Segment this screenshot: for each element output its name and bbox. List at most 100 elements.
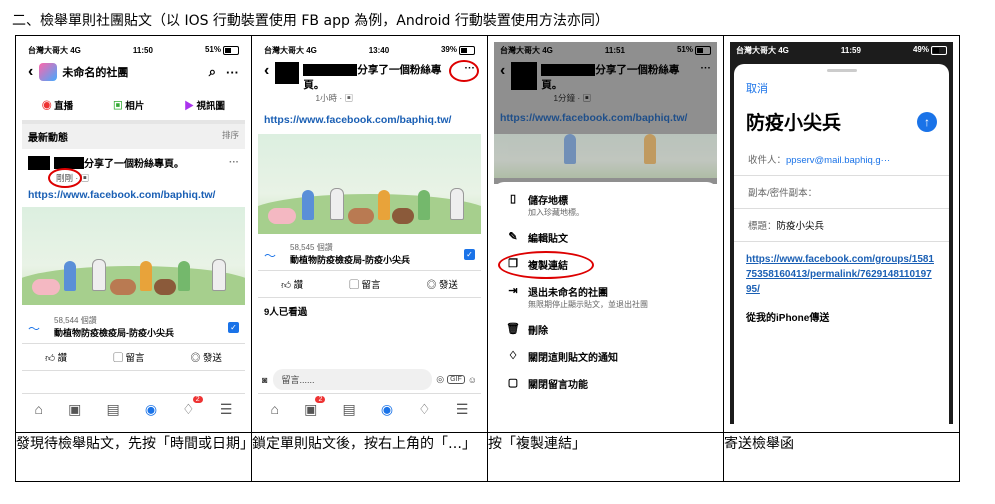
cancel-button[interactable]: 取消 xyxy=(734,76,949,100)
back-chevron-icon[interactable]: ‹ xyxy=(264,62,269,80)
post-link[interactable]: https://www.facebook.com/baphiq.tw/ xyxy=(22,186,245,207)
send-button[interactable]: ◎ 發送 xyxy=(427,277,458,291)
bookmark-icon: ▯ xyxy=(509,193,517,205)
marketplace-icon[interactable]: ▤ xyxy=(342,401,355,418)
caption-3: 按「複製連結」 xyxy=(487,432,724,482)
watch-icon[interactable]: ▣ 2 xyxy=(304,395,326,418)
section-heading: 二、檢舉單則社團貼文（以 IOS 行動裝置使用 FB app 為例，Androi… xyxy=(12,13,609,29)
menu-delete[interactable]: 🗑︎ 刪除 xyxy=(494,316,717,343)
tab-video[interactable]: ▶ 視訊圖 xyxy=(184,98,225,112)
subject-field[interactable]: 標題：防疫小尖兵 xyxy=(734,209,949,242)
notifications-icon[interactable]: ♢ 2 xyxy=(182,395,203,418)
caption-2: 鎖定單則貼文後，按右上角的「…」 xyxy=(251,432,488,482)
menu-leave-group[interactable]: ⇥ 退出未命名的社團 無限期停止顯示貼文，並退出社團 xyxy=(494,278,717,316)
menu-icon[interactable]: ☰ xyxy=(220,401,233,418)
menu-save-post[interactable]: ▯ 儲存地標 加入珍藏地標。 xyxy=(494,186,717,224)
more-icon[interactable]: ··· xyxy=(226,65,239,80)
search-icon[interactable]: ⌕ xyxy=(209,64,216,80)
menu-turn-off-comments[interactable]: ▢ 關閉留言功能 xyxy=(494,370,717,397)
status-bar: 台灣大哥大 4G 13:40 39% xyxy=(258,42,481,58)
caption-1: 發現待檢舉貼文，先按「時間或日期」 xyxy=(15,432,254,482)
post-actions: 👍︎ 讚 ▢ 留言 ◎ 發送 xyxy=(22,344,245,371)
page-likes: 58,544 個讚 xyxy=(54,316,97,325)
camera-icon[interactable]: ◙ xyxy=(262,375,267,385)
video-icon: ▶ xyxy=(184,101,194,112)
post-link[interactable]: https://www.facebook.com/baphiq.tw/ xyxy=(258,108,481,134)
page-card[interactable]: 〜 58,545 個讚 動植物防疫檢疫局-防疫小尖兵 ✓ xyxy=(258,238,481,271)
sticker-icon[interactable]: ◎ xyxy=(436,374,444,385)
battery-indicator: 51% xyxy=(677,45,711,55)
page-logo-icon: 〜 xyxy=(28,322,41,336)
globe-icon: ▣ xyxy=(582,93,592,103)
globe-icon: ▣ xyxy=(344,93,354,103)
phone-screenshot-4: 台灣大哥大 4G 11:59 49% 取消 防疫小尖兵 ↑ 收件人：ppserv… xyxy=(730,42,953,424)
trash-icon: 🗑︎ xyxy=(506,323,520,335)
menu-copy-link[interactable]: ❐ 複製連結 xyxy=(494,251,717,279)
live-icon: ◉ xyxy=(41,101,52,112)
cell-shot-1: 台灣大哥大 4G 11:50 51% ‹ 未命名的社團 ⌕ ··· ◉ 直播 ▣… xyxy=(15,35,252,433)
post-header: ‹ 分享了一個粉絲專 頁。 1分鐘 · ▣ ··· xyxy=(500,62,712,103)
carrier-label: 台灣大哥大 4G xyxy=(736,45,789,55)
menu-icon[interactable]: ☰ xyxy=(456,401,469,418)
menu-turn-off-notifications[interactable]: ♢ 關閉這則貼文的通知 xyxy=(494,343,717,370)
bell-icon: ♢ xyxy=(508,350,518,362)
page-card[interactable]: 〜 58,544 個讚動植物防疫檢疫局-防疫小尖兵 ✓ xyxy=(22,311,245,344)
mail-body-link[interactable]: https://www.facebook.com/groups/15817535… xyxy=(734,242,949,301)
groups-icon[interactable]: ◉ xyxy=(145,401,157,418)
post-illustration xyxy=(22,207,245,305)
phone-screenshot-3: 台灣大哥大 4G 11:51 51% ‹ 分享了一個粉絲專 頁。 1分鐘 · ▣… xyxy=(494,42,717,424)
home-icon[interactable]: ⌂ xyxy=(271,401,279,417)
clock-label: 11:50 xyxy=(132,45,153,55)
mail-signature: 從我的iPhone傳送 xyxy=(746,313,830,324)
groups-icon[interactable]: ◉ xyxy=(381,401,393,418)
follow-check-icon[interactable]: ✓ xyxy=(464,248,475,260)
comment-input[interactable]: 留言...... xyxy=(273,369,433,390)
marketplace-icon[interactable]: ▤ xyxy=(106,401,119,418)
carrier-label: 台灣大哥大 4G xyxy=(264,45,317,55)
post-more-icon[interactable]: ··· xyxy=(229,157,239,168)
notifications-icon[interactable]: ♢ xyxy=(418,401,431,418)
cc-field[interactable]: 副本/密件副本： xyxy=(734,176,949,209)
to-field[interactable]: 收件人：ppserv@mail.baphiq.g··· xyxy=(734,143,949,176)
redacted-avatar xyxy=(28,155,50,170)
like-button[interactable]: 👍︎ 讚 xyxy=(45,350,67,364)
instruction-table: 台灣大哥大 4G 11:50 51% ‹ 未命名的社團 ⌕ ··· ◉ 直播 ▣… xyxy=(15,35,960,482)
menu-edit-post[interactable]: ✎ 編輯貼文 xyxy=(494,224,717,251)
comment-button[interactable]: ▢ 留言 xyxy=(113,350,144,364)
cell-shot-3: 台灣大哥大 4G 11:51 51% ‹ 分享了一個粉絲專 頁。 1分鐘 · ▣… xyxy=(487,35,724,433)
clock-label: 11:59 xyxy=(840,45,861,55)
send-button[interactable]: ◎ 發送 xyxy=(191,350,222,364)
send-arrow-icon[interactable]: ↑ xyxy=(917,111,937,132)
like-button[interactable]: 👍︎ 讚 xyxy=(281,277,303,291)
emoji-icon[interactable]: ☺ xyxy=(468,375,477,385)
follow-check-icon[interactable]: ✓ xyxy=(228,321,239,333)
back-chevron-icon[interactable]: ‹ xyxy=(28,63,33,81)
post-link[interactable]: https://www.facebook.com/baphiq.tw/ xyxy=(494,108,717,128)
group-tabs: ◉ 直播 ▣ 相片 ▶ 視訊圖 xyxy=(22,90,245,124)
bottom-tab-bar: ⌂ ▣ ▤ ◉ ♢ 2 ☰ xyxy=(22,393,245,424)
post-options-sheet: ▯ 儲存地標 加入珍藏地標。 ✎ 編輯貼文 ❐ 複製連結 ⇥ 退出未命名的社團 無限期停止顯… xyxy=(494,182,717,424)
notification-badge: 2 xyxy=(315,395,326,403)
home-icon[interactable]: ⌂ xyxy=(35,401,43,417)
cell-shot-2: 台灣大哥大 4G 13:40 39% ‹ 分享了一個粉絲專頁。 1小時 · ▣ … xyxy=(251,35,488,433)
post-actions: 👍︎ 讚 ▢ 留言 ◎ 發送 xyxy=(258,271,481,298)
watch-icon[interactable]: ▣ xyxy=(68,401,81,418)
highlight-circle xyxy=(48,168,82,188)
page-name: 動植物防疫檢疫局-防疫小尖兵 xyxy=(54,328,174,338)
gif-icon[interactable]: GIF xyxy=(447,375,465,384)
mail-compose-sheet: 取消 防疫小尖兵 ↑ 收件人：ppserv@mail.baphiq.g··· 副… xyxy=(734,64,949,424)
sort-button[interactable]: 排序 xyxy=(222,129,239,144)
clock-label: 11:51 xyxy=(604,45,625,55)
cell-shot-4: 台灣大哥大 4G 11:59 49% 取消 防疫小尖兵 ↑ 收件人：ppserv… xyxy=(723,35,960,433)
more-options-icon[interactable]: ··· xyxy=(701,62,712,74)
carrier-label: 台灣大哥大 4G xyxy=(28,45,81,55)
redacted-avatar xyxy=(275,62,300,84)
back-chevron-icon[interactable]: ‹ xyxy=(500,62,505,80)
tab-photos[interactable]: ▣ 相片 xyxy=(113,98,144,112)
battery-icon xyxy=(930,45,947,55)
tab-live[interactable]: ◉ 直播 xyxy=(42,98,73,112)
redacted-name xyxy=(541,64,596,77)
comment-icon: ▢ xyxy=(507,377,519,389)
comment-button[interactable]: ▢ 留言 xyxy=(349,277,380,291)
phone-screenshot-1: 台灣大哥大 4G 11:50 51% ‹ 未命名的社團 ⌕ ··· ◉ 直播 ▣… xyxy=(22,42,245,424)
